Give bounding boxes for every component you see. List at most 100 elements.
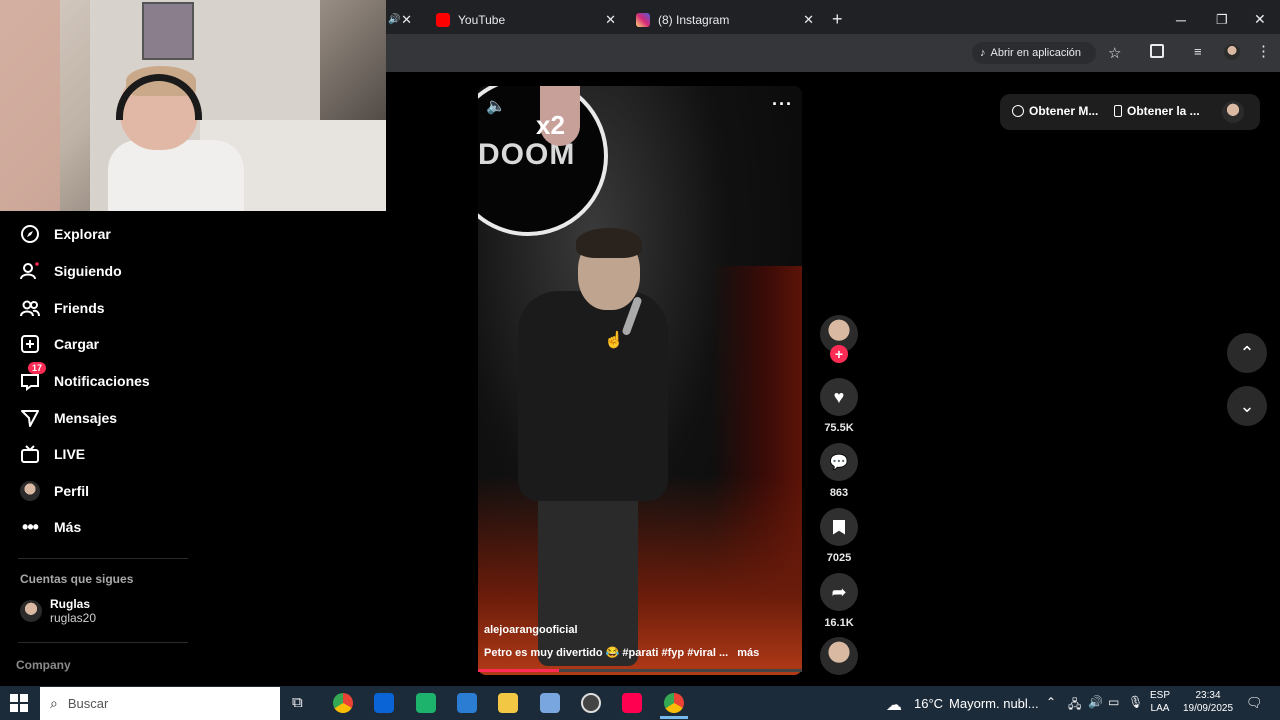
user-follow-icon — [20, 261, 40, 281]
sidebar-item-label: Más — [54, 519, 82, 535]
outlook-icon[interactable] — [374, 693, 394, 713]
music-disc-avatar[interactable] — [820, 637, 858, 675]
speed-overlay-text: x2 — [536, 110, 565, 140]
like-button[interactable]: ♥ — [820, 378, 858, 416]
user-avatar[interactable] — [1222, 101, 1244, 123]
new-tab-button[interactable]: + — [832, 5, 843, 34]
webcam-poster — [142, 2, 194, 60]
tiktok-taskbar-icon[interactable] — [622, 693, 642, 713]
sidebar-item-live[interactable]: LIVE — [20, 444, 85, 464]
sidebar-item-messages[interactable]: Mensajes — [20, 408, 117, 428]
sidebar-item-label: Friends — [54, 300, 105, 316]
following-section-title: Cuentas que sigues — [20, 572, 134, 586]
volume-tray-icon[interactable]: 🔊 — [1088, 695, 1103, 709]
video-caption-text: Petro es muy divertido 😂 #parati #fyp #v… — [484, 647, 729, 659]
tray-chevron-icon[interactable]: ⌃ — [1046, 695, 1056, 709]
taskbar-search-placeholder: Buscar — [67, 696, 109, 711]
volume-icon[interactable]: 🔈 — [486, 96, 506, 116]
browser-tab-strip: 🔊 ✕ YouTube ✕ (8) Instagram ✕ + ─ ❐ ✕ — [386, 0, 1280, 34]
chrome-active-icon[interactable] — [664, 693, 684, 713]
tab-youtube[interactable]: YouTube ✕ — [436, 5, 616, 34]
close-window-button[interactable]: ✕ — [1254, 5, 1266, 34]
chevron-up-icon: ⌃ — [1239, 342, 1255, 363]
language-indicator[interactable]: ESP LAA — [1150, 689, 1170, 715]
clock[interactable]: 23:34 19/09/2025 — [1182, 689, 1234, 715]
company-link[interactable]: Company — [16, 658, 71, 672]
video-more-options-icon[interactable]: ··· — [772, 94, 793, 115]
friends-icon — [20, 298, 40, 318]
youtube-icon — [436, 12, 450, 27]
store-icon[interactable] — [457, 693, 477, 713]
share-button[interactable]: ➦ — [820, 573, 858, 611]
next-video-button[interactable]: ⌄ — [1227, 386, 1267, 426]
open-in-app-button[interactable]: ♪ Abrir en aplicación — [972, 42, 1096, 64]
following-name: Ruglas — [50, 597, 91, 611]
display-icon[interactable]: ▭ — [1108, 695, 1119, 709]
sidebar-item-label: Cargar — [54, 336, 100, 352]
save-button[interactable] — [820, 508, 858, 546]
video-player[interactable]: DOOM x2 🔈 ··· alejoarangooficial Petro e… — [478, 86, 802, 675]
notification-center-icon[interactable]: 🗨 — [1246, 695, 1263, 711]
clock-date: 19/09/2025 — [1182, 703, 1234, 714]
following-account[interactable]: Ruglas ruglas20 — [20, 597, 96, 625]
previous-video-button[interactable]: ⌃ — [1227, 333, 1267, 373]
more-icon: ••• — [22, 516, 39, 537]
pycharm-icon[interactable] — [416, 693, 436, 713]
media-control-icon[interactable]: ≡ — [1194, 44, 1202, 59]
windows-start-icon[interactable] — [10, 694, 28, 712]
video-author[interactable]: alejoarangooficial — [484, 624, 578, 636]
mouse-cursor: ☝ — [604, 332, 624, 349]
tab-label: (8) Instagram — [658, 12, 730, 27]
comment-count: 863 — [829, 487, 849, 499]
file-explorer-icon[interactable] — [498, 693, 518, 713]
sidebar-item-label: Siguiendo — [54, 263, 122, 279]
browser-profile-avatar[interactable] — [1224, 44, 1240, 60]
taskbar-search-box[interactable]: ⌕ Buscar — [40, 687, 280, 720]
minimize-button[interactable]: ─ — [1176, 5, 1186, 34]
get-app-button[interactable]: Obtener M... — [1012, 104, 1098, 118]
webcam-overlay — [0, 0, 386, 211]
following-avatar — [20, 600, 42, 622]
save-count: 7025 — [826, 552, 852, 564]
sidebar-divider — [18, 642, 188, 643]
chrome-icon[interactable] — [333, 693, 353, 713]
task-view-icon[interactable]: ⧉ — [292, 694, 303, 711]
sidebar-item-profile[interactable]: Perfil — [20, 481, 89, 501]
upload-icon — [20, 334, 40, 354]
sidebar-item-label: LIVE — [54, 446, 86, 462]
maximize-button[interactable]: ❐ — [1216, 5, 1228, 34]
weather-widget[interactable]: 16°C Mayorm. nubl... — [914, 696, 1039, 711]
share-arrow-icon: ➦ — [831, 581, 847, 602]
sidebar-item-more[interactable]: ••• Más — [20, 517, 81, 537]
sidebar-item-friends[interactable]: Friends — [20, 298, 105, 318]
sidebar-item-notifications[interactable]: 17 Notificaciones — [20, 362, 150, 391]
following-handle: ruglas20 — [50, 611, 97, 625]
caption-more-link[interactable]: más — [737, 647, 759, 659]
close-tab-icon[interactable]: ✕ — [605, 12, 616, 28]
weather-cloud-icon: ☁ — [886, 697, 902, 714]
send-icon — [20, 408, 40, 428]
tab-tiktok[interactable]: 🔊 ✕ — [386, 5, 420, 34]
tab-instagram[interactable]: (8) Instagram ✕ — [636, 5, 814, 34]
obs-icon[interactable] — [581, 693, 601, 713]
network-icon[interactable]: 🖧 — [1068, 695, 1081, 716]
extensions-icon[interactable] — [1150, 44, 1164, 58]
calendar-app-icon[interactable] — [540, 693, 560, 713]
sidebar-divider — [18, 558, 188, 559]
live-icon — [20, 444, 40, 464]
sidebar-item-following[interactable]: Siguiendo — [20, 261, 122, 281]
bookmark-star-icon[interactable]: ☆ — [1108, 44, 1121, 62]
sidebar-item-upload[interactable]: Cargar — [20, 334, 99, 354]
performer-hair — [576, 228, 642, 258]
inbox-icon: 17 — [20, 362, 47, 391]
comment-button[interactable]: 💬 — [820, 443, 858, 481]
microphone-tray-icon[interactable]: 🎙 — [1128, 695, 1143, 709]
sidebar-item-explore[interactable]: Explorar — [20, 224, 111, 244]
tiktok-icon: ♪ — [980, 47, 986, 59]
close-tab-icon[interactable]: ✕ — [803, 12, 814, 28]
browser-menu-icon[interactable]: ⋮ — [1256, 42, 1271, 60]
follow-plus-icon[interactable]: + — [830, 345, 848, 363]
weather-desc: Mayorm. nubl... — [949, 696, 1039, 711]
close-tab-icon[interactable]: ✕ — [401, 12, 412, 28]
get-desktop-app-button[interactable]: Obtener la ... — [1114, 104, 1200, 118]
